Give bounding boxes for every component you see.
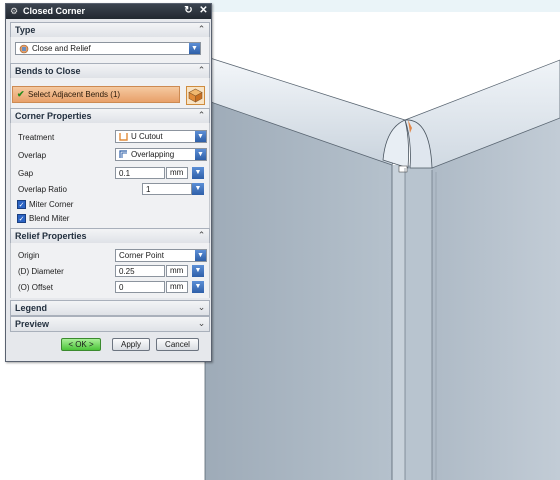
section-relief-properties[interactable]: Relief Properties ⌃ xyxy=(10,228,210,244)
treatment-value: U Cutout xyxy=(131,132,163,141)
chevron-up-icon[interactable]: ⌃ xyxy=(197,25,206,34)
diameter-value: 0.25 xyxy=(119,267,135,276)
chevron-up-icon[interactable]: ⌃ xyxy=(197,231,206,240)
chevron-up-icon[interactable]: ⌃ xyxy=(197,111,206,120)
chevron-down-icon[interactable]: ▼ xyxy=(195,149,206,160)
chevron-down-icon[interactable]: ▼ xyxy=(192,183,204,195)
section-preview-label: Preview xyxy=(15,319,50,329)
overlap-label: Overlap xyxy=(18,151,47,160)
chevron-down-icon[interactable]: ▼ xyxy=(195,131,206,142)
miter-corner-label: Miter Corner xyxy=(29,200,74,209)
offset-value: 0 xyxy=(119,283,124,292)
chevron-down-icon[interactable]: ▼ xyxy=(189,43,200,54)
overlap-value: Overlapping xyxy=(131,150,175,159)
section-bends[interactable]: Bends to Close ⌃ xyxy=(10,63,210,79)
section-preview[interactable]: Preview ⌄ xyxy=(10,316,210,332)
select-adjacent-bends[interactable]: ✔ Select Adjacent Bends (1) xyxy=(12,86,180,103)
section-legend-label: Legend xyxy=(15,303,48,313)
select-bends-cube-button[interactable] xyxy=(186,86,205,105)
cube-icon xyxy=(188,88,203,103)
section-bends-label: Bends to Close xyxy=(15,66,81,76)
dialog-title: Closed Corner xyxy=(23,6,86,16)
section-corner-label: Corner Properties xyxy=(15,111,92,121)
diameter-unit: mm xyxy=(166,265,188,277)
chevron-up-icon[interactable]: ⌃ xyxy=(197,66,206,75)
treatment-label: Treatment xyxy=(18,133,55,142)
section-relief-label: Relief Properties xyxy=(15,231,87,241)
offset-unit: mm xyxy=(166,281,188,293)
apply-button[interactable]: Apply xyxy=(112,338,150,351)
blend-miter-checkbox[interactable]: ✓ xyxy=(17,214,26,223)
diameter-field[interactable]: 0.25 xyxy=(115,265,165,277)
gap-field[interactable]: 0.1 xyxy=(115,167,165,179)
offset-field[interactable]: 0 xyxy=(115,281,165,293)
chevron-down-icon[interactable]: ▼ xyxy=(192,265,204,277)
origin-label: Origin xyxy=(18,251,40,260)
close-icon[interactable]: ✕ xyxy=(198,5,209,17)
reset-icon[interactable]: ↻ xyxy=(183,5,194,17)
ok-button[interactable]: < OK > xyxy=(61,338,101,351)
type-value: Close and Relief xyxy=(32,44,91,53)
chevron-down-icon[interactable]: ⌄ xyxy=(197,303,206,312)
section-type-label: Type xyxy=(15,25,36,35)
closed-corner-dialog: ⚙ Closed Corner ↻ ✕ Type ⌃ Close and Rel… xyxy=(5,3,212,362)
section-type[interactable]: Type ⌃ xyxy=(10,22,210,38)
select-adjacent-bends-label: Select Adjacent Bends (1) xyxy=(28,90,121,99)
miter-corner-checkbox[interactable]: ✓ xyxy=(17,200,26,209)
overlap-ratio-field[interactable]: 1 xyxy=(142,183,192,195)
close-relief-icon xyxy=(19,44,29,54)
section-legend[interactable]: Legend ⌄ xyxy=(10,300,210,316)
gap-unit: mm xyxy=(166,167,188,179)
chevron-down-icon[interactable]: ▼ xyxy=(192,281,204,293)
gap-label: Gap xyxy=(18,169,34,178)
u-cutout-icon xyxy=(119,133,128,141)
gap-value: 0.1 xyxy=(119,169,131,178)
dialog-titlebar[interactable]: ⚙ Closed Corner ↻ ✕ xyxy=(6,4,211,19)
right-wall-face xyxy=(432,118,560,480)
section-corner-properties[interactable]: Corner Properties ⌃ xyxy=(10,108,210,124)
diameter-label: (D) Diameter xyxy=(18,267,64,276)
origin-value: Corner Point xyxy=(119,251,164,260)
gear-icon[interactable]: ⚙ xyxy=(9,6,19,16)
overlap-ratio-value: 1 xyxy=(146,185,151,194)
chevron-down-icon[interactable]: ▼ xyxy=(192,167,204,179)
checkmark-icon: ✔ xyxy=(17,89,25,99)
treatment-dropdown[interactable]: U Cutout ▼ xyxy=(115,130,207,143)
chevron-down-icon[interactable]: ⌄ xyxy=(197,319,206,328)
overlapping-icon xyxy=(119,150,127,158)
origin-dropdown[interactable]: Corner Point ▼ xyxy=(115,249,207,262)
chevron-down-icon[interactable]: ▼ xyxy=(195,250,206,261)
cancel-button[interactable]: Cancel xyxy=(156,338,199,351)
offset-label: (O) Offset xyxy=(18,283,53,292)
overlap-dropdown[interactable]: Overlapping ▼ xyxy=(115,148,207,161)
type-dropdown[interactable]: Close and Relief ▼ xyxy=(15,42,201,55)
blend-miter-label: Blend Miter xyxy=(29,214,70,223)
overlap-ratio-label: Overlap Ratio xyxy=(18,185,67,194)
